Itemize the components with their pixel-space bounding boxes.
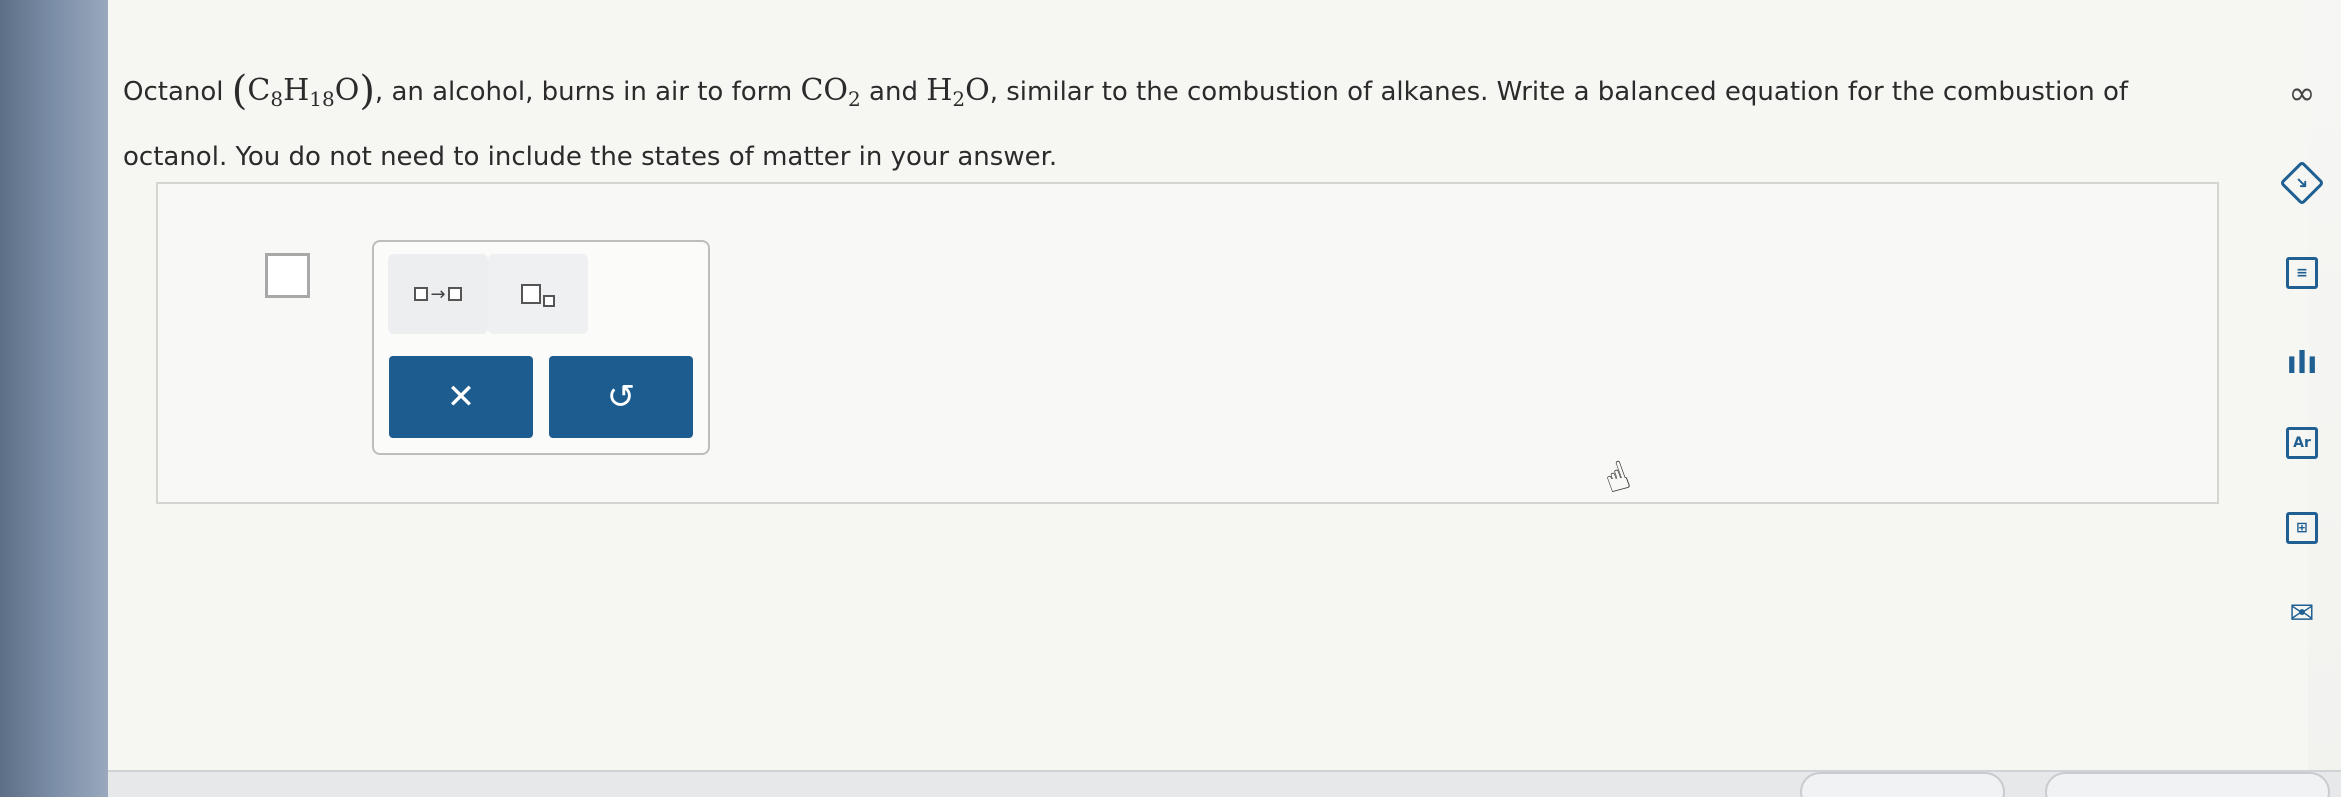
right-toolbar: ∞ ➜ ≡ ılı Ar ⊞ ✉ bbox=[2265, 60, 2341, 660]
undo-button[interactable]: ↺ bbox=[549, 356, 693, 438]
periodic-table-icon[interactable]: Ar bbox=[2279, 420, 2325, 466]
question-and: and bbox=[869, 77, 918, 107]
box-icon bbox=[414, 287, 429, 301]
question-text: Octanol (C8H18O), an alcohol, burns in a… bbox=[123, 62, 2163, 186]
screen-bezel bbox=[0, 0, 110, 797]
hint-icon[interactable]: ➜ bbox=[2279, 160, 2325, 206]
chart-icon[interactable]: ılı bbox=[2279, 340, 2325, 386]
box-icon bbox=[521, 284, 541, 304]
infinity-icon[interactable]: ∞ bbox=[2279, 70, 2325, 116]
bottom-button-left[interactable] bbox=[1800, 772, 2005, 797]
bottom-button-right[interactable] bbox=[2045, 772, 2330, 797]
answer-input-slot[interactable] bbox=[265, 253, 310, 298]
octanol-formula: (C8H18O) bbox=[231, 68, 375, 114]
clear-button[interactable]: ✕ bbox=[389, 356, 533, 438]
calculator-icon[interactable]: ⊞ bbox=[2279, 505, 2325, 551]
subscript-button[interactable] bbox=[488, 254, 588, 334]
question-middle1: , an alcohol, burns in air to form bbox=[374, 77, 793, 107]
page: Octanol (C8H18O), an alcohol, burns in a… bbox=[0, 0, 2341, 797]
mail-icon[interactable]: ✉ bbox=[2279, 590, 2325, 636]
bottom-bar bbox=[108, 770, 2341, 797]
undo-icon: ↺ bbox=[606, 377, 636, 417]
notes-icon[interactable]: ≡ bbox=[2279, 250, 2325, 296]
arrow-icon: → bbox=[430, 283, 446, 305]
h2o-formula: H2O bbox=[926, 73, 990, 111]
box-icon bbox=[447, 287, 462, 301]
co2-formula: CO2 bbox=[800, 73, 861, 111]
equation-palette: → ✕ ↺ bbox=[372, 240, 710, 455]
reaction-arrow-button[interactable]: → bbox=[388, 254, 488, 334]
close-icon: ✕ bbox=[446, 377, 476, 417]
question-prefix: Octanol bbox=[123, 77, 224, 107]
subscript-box-icon bbox=[543, 295, 555, 307]
